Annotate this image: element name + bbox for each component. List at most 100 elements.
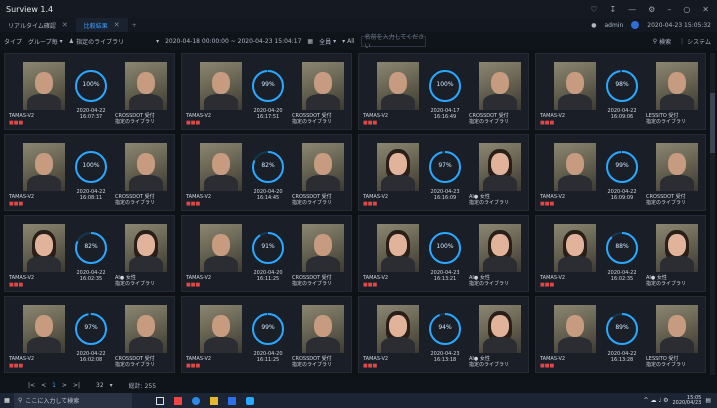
- app-icon[interactable]: [174, 396, 182, 405]
- taskbar-search[interactable]: ⚲ ここに入力して検索: [14, 393, 132, 408]
- registered-face-image[interactable]: [302, 224, 344, 272]
- timestamp: 2020-04-22 16:13:28: [598, 351, 646, 363]
- registered-face-image[interactable]: [479, 224, 521, 272]
- restore-icon[interactable]: ○: [683, 5, 690, 14]
- bell-icon[interactable]: ♡: [590, 5, 597, 14]
- registered-face-image[interactable]: [656, 62, 698, 110]
- group-label: グループ毎: [28, 38, 58, 46]
- result-card[interactable]: 100% 2020-04-22 16:08:11 TAMAS-V2 ■■■ CROSSDO…: [4, 134, 175, 211]
- all-dropdown-2[interactable]: ▾ All: [342, 38, 354, 45]
- tab-compare[interactable]: 比較結果 ✕: [75, 18, 128, 32]
- last-page-button[interactable]: >|: [73, 382, 80, 389]
- captured-face-image[interactable]: [377, 305, 419, 353]
- next-page-button[interactable]: >: [62, 382, 67, 389]
- result-card[interactable]: 99% 2020-04-20 16:11:25 TAMAS-V2 ■■■ CROSSDOT…: [181, 296, 352, 373]
- result-card[interactable]: 98% 2020-04-22 16:09:06 TAMAS-V2 ■■■ LESSITO …: [535, 53, 706, 130]
- captured-face-image[interactable]: [554, 62, 596, 110]
- folder-icon[interactable]: [210, 396, 218, 405]
- registered-info: CROSSDOT 受付 指定のライブラリ: [292, 275, 352, 287]
- registered-info: AI● 女性 指定のライブラリ: [469, 194, 529, 206]
- registered-face-image[interactable]: [125, 224, 167, 272]
- tray-icons[interactable]: ^ ☁ ♩ ⚙: [644, 397, 669, 404]
- date-range[interactable]: 2020-04-18 00:00:00 ~ 2020-04-23 15:04:1…: [165, 38, 313, 45]
- prev-page-button[interactable]: <: [41, 382, 46, 389]
- captured-face-image[interactable]: [23, 143, 65, 191]
- mail-icon[interactable]: [228, 396, 236, 405]
- registered-face-image[interactable]: [302, 62, 344, 110]
- surview-icon[interactable]: [246, 396, 254, 405]
- close-icon[interactable]: ✕: [702, 5, 709, 14]
- add-tab-icon[interactable]: +: [132, 22, 137, 29]
- registered-face-image[interactable]: [656, 305, 698, 353]
- captured-face-image[interactable]: [23, 224, 65, 272]
- browser-icon[interactable]: [192, 396, 200, 405]
- result-card[interactable]: 100% 2020-04-22 16:07:37 TAMAS-V2 ■■■ CROSSDO…: [4, 53, 175, 130]
- registered-info: CROSSDOT 受付 指定のライブラリ: [469, 113, 529, 125]
- captured-face-image[interactable]: [200, 224, 242, 272]
- all-dropdown-1[interactable]: 全員 ▾: [319, 37, 336, 46]
- similarity-percent: 99%: [261, 324, 275, 331]
- group-dropdown[interactable]: グループ毎 ▾: [28, 37, 63, 46]
- result-card[interactable]: 97% 2020-04-23 16:16:09 TAMAS-V2 ■■■ AI● 女性 指定…: [358, 134, 529, 211]
- registered-face-image[interactable]: [125, 305, 167, 353]
- task-view-icon[interactable]: [156, 396, 164, 405]
- captured-face-image[interactable]: [23, 62, 65, 110]
- captured-face-image[interactable]: [554, 224, 596, 272]
- result-card[interactable]: 82% 2020-04-20 16:14:45 TAMAS-V2 ■■■ CROSSDOT…: [181, 134, 352, 211]
- per-page-select[interactable]: 32: [96, 382, 104, 389]
- result-card[interactable]: 100% 2020-04-17 16:16:49 TAMAS-V2 ■■■ CROSSDO…: [358, 53, 529, 130]
- result-card[interactable]: 82% 2020-04-22 16:02:35 TAMAS-V2 ■■■ AI● 女性 指定…: [4, 215, 175, 292]
- captured-face-image[interactable]: [377, 224, 419, 272]
- captured-face-image[interactable]: [23, 305, 65, 353]
- result-card[interactable]: 94% 2020-04-23 16:13:18 TAMAS-V2 ■■■ AI● 女性 指定…: [358, 296, 529, 373]
- tab-realtime[interactable]: リアルタイム確認 ✕: [0, 18, 76, 32]
- registered-face-image[interactable]: [479, 143, 521, 191]
- close-icon[interactable]: ✕: [62, 21, 68, 29]
- result-card[interactable]: 100% 2020-04-23 16:13:21 TAMAS-V2 ■■■ AI● 女性指…: [358, 215, 529, 292]
- library-dropdown[interactable]: ♟ 指定のライブラリ ▾: [69, 37, 159, 46]
- captured-face-image[interactable]: [377, 62, 419, 110]
- registered-face-image[interactable]: [656, 224, 698, 272]
- download-icon[interactable]: ↧: [609, 5, 616, 14]
- registered-face-image[interactable]: [125, 62, 167, 110]
- calendar-icon[interactable]: ▦: [307, 38, 313, 45]
- scrollbar-thumb[interactable]: [710, 93, 715, 153]
- settings-icon[interactable]: ⚙: [648, 5, 655, 14]
- registered-face-image[interactable]: [479, 62, 521, 110]
- search-input[interactable]: 名前を入力してください: [360, 34, 426, 50]
- first-page-button[interactable]: |<: [28, 382, 35, 389]
- result-card[interactable]: 88% 2020-04-22 16:02:35 TAMAS-V2 ■■■ AI● 女性 指定…: [535, 215, 706, 292]
- scrollbar[interactable]: [710, 53, 715, 375]
- captured-face-image[interactable]: [200, 143, 242, 191]
- user-name[interactable]: admin: [604, 22, 623, 29]
- minimize-line-icon[interactable]: —: [628, 5, 636, 14]
- windows-start-icon[interactable]: ▦: [0, 397, 14, 404]
- captured-face-image[interactable]: [200, 62, 242, 110]
- captured-face-image[interactable]: [554, 143, 596, 191]
- captured-face-image[interactable]: [554, 305, 596, 353]
- result-card[interactable]: 99% 2020-04-20 16:17:51 TAMAS-V2 ■■■ CROSSDOT…: [181, 53, 352, 130]
- clock[interactable]: 15:05 2020/04/23: [673, 395, 702, 406]
- minimize-icon[interactable]: –: [667, 5, 671, 14]
- avatar[interactable]: [631, 21, 640, 29]
- registered-face-image[interactable]: [302, 305, 344, 353]
- system-button[interactable]: ⋮ システム: [679, 37, 711, 46]
- alert-tag: ■■■: [540, 120, 555, 126]
- result-card[interactable]: 91% 2020-04-20 16:11:25 TAMAS-V2 ■■■ CROSSDOT…: [181, 215, 352, 292]
- captured-face-image[interactable]: [377, 143, 419, 191]
- time: 16:02:08: [79, 357, 103, 363]
- close-icon[interactable]: ✕: [114, 21, 120, 29]
- result-card[interactable]: 99% 2020-04-22 16:09:09 TAMAS-V2 ■■■ CROSSDOT…: [535, 134, 706, 211]
- captured-face-image[interactable]: [200, 305, 242, 353]
- registered-face-image[interactable]: [302, 143, 344, 191]
- registered-face-image[interactable]: [125, 143, 167, 191]
- registered-face-image[interactable]: [656, 143, 698, 191]
- result-card[interactable]: 89% 2020-04-22 16:13:28 TAMAS-V2 ■■■ LESSITO …: [535, 296, 706, 373]
- registered-face-image[interactable]: [479, 305, 521, 353]
- current-page[interactable]: 1: [52, 382, 56, 389]
- result-card[interactable]: 97% 2020-04-22 16:02:08 TAMAS-V2 ■■■ CROSSDOT…: [4, 296, 175, 373]
- notification-icon[interactable]: ▤: [705, 397, 711, 404]
- taskbar-search-placeholder: ここに入力して検索: [25, 398, 80, 405]
- similarity-percent: 82%: [261, 162, 275, 169]
- search-button[interactable]: ⚲ 検索: [653, 37, 671, 46]
